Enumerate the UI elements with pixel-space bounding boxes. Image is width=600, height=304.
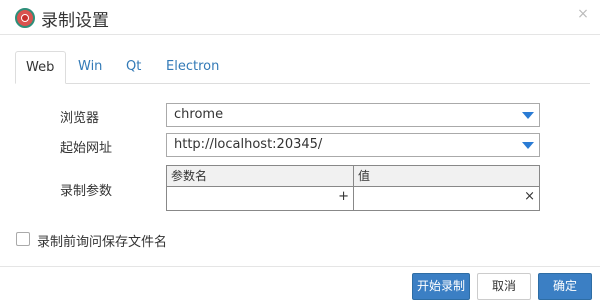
record-dot (21, 14, 29, 22)
param-value-cell[interactable]: × (354, 187, 539, 210)
tab-win[interactable]: Win (68, 51, 112, 84)
record-icon (15, 8, 35, 28)
start-recording-button[interactable]: 开始录制 (412, 273, 470, 300)
close-icon[interactable]: × (576, 6, 590, 24)
column-header-value: 值 (354, 166, 539, 187)
start-url-label: 起始网址 (60, 141, 113, 156)
save-filename-checkbox[interactable] (16, 232, 30, 246)
browser-label: 浏览器 (60, 111, 100, 126)
dropdown-arrow-icon[interactable] (522, 142, 534, 149)
params-table: 参数名 值 + × (166, 165, 540, 211)
remove-param-button[interactable]: × (524, 189, 535, 204)
browser-select-value: chrome (174, 107, 224, 122)
dropdown-arrow-icon[interactable] (522, 112, 534, 119)
save-filename-label[interactable]: 录制前询问保存文件名 (37, 231, 167, 250)
dialog-footer: 开始录制 取消 确定 (0, 266, 600, 304)
start-url-value: http://localhost:20345/ (174, 137, 323, 152)
tab-bar: Web Win Qt Electron (15, 51, 590, 84)
params-label: 录制参数 (60, 184, 113, 199)
cancel-button[interactable]: 取消 (477, 273, 531, 300)
start-url-select[interactable]: http://localhost:20345/ (166, 133, 540, 157)
dialog-title: 录制设置 (41, 11, 109, 31)
add-param-button[interactable]: + (338, 189, 349, 204)
tab-electron[interactable]: Electron (156, 51, 229, 84)
tab-web[interactable]: Web (15, 51, 66, 84)
browser-select[interactable]: chrome (166, 103, 540, 127)
ok-button[interactable]: 确定 (538, 273, 592, 300)
dialog-header: 录制设置 × (0, 0, 600, 35)
record-settings-dialog: 录制设置 × Web Win Qt Electron 浏览器 chrome 起始… (0, 0, 600, 304)
column-header-param-name: 参数名 (167, 166, 354, 187)
param-name-cell[interactable]: + (167, 187, 354, 210)
tab-qt[interactable]: Qt (116, 51, 151, 84)
